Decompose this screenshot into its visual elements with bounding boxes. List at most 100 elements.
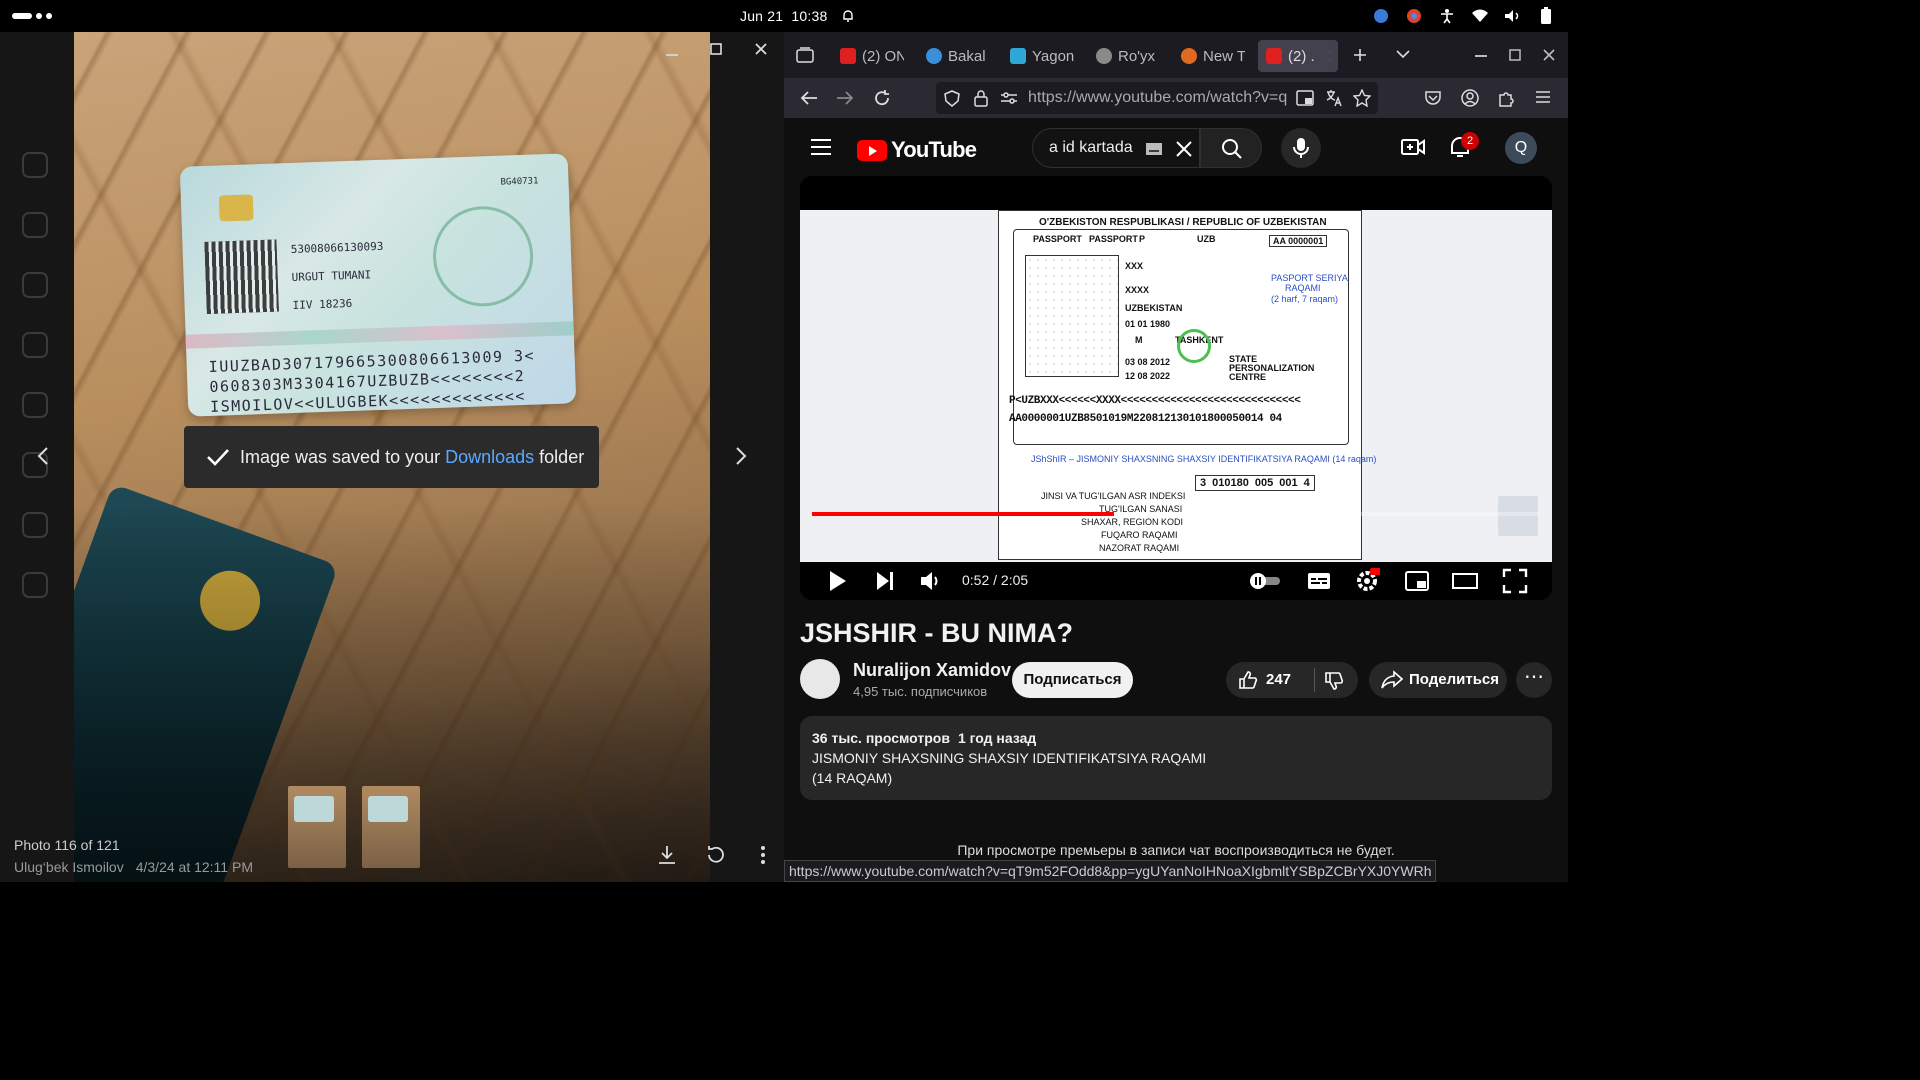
picture-in-picture-icon[interactable]	[1296, 90, 1314, 106]
chevron-down-icon[interactable]	[1396, 50, 1410, 60]
play-icon[interactable]	[824, 568, 850, 594]
miniplayer-icon[interactable]	[1404, 568, 1430, 594]
lock-icon[interactable]	[974, 89, 988, 107]
forward-icon[interactable]	[836, 90, 854, 106]
photo-caption: Photo 116 of 121 Ulug‘bek Ismoilov 4/3/24…	[14, 834, 265, 878]
passport-type: P	[1139, 234, 1146, 244]
clock[interactable]: Jun 21 10:38	[740, 8, 827, 24]
search-input[interactable]: a id kartada	[1032, 128, 1200, 168]
heart-icon	[22, 512, 48, 538]
upload-age: 1 год назад	[957, 730, 1037, 746]
passport-authority: STATE PERSONALIZATION CENTRE	[1229, 354, 1315, 382]
close-icon[interactable]	[754, 42, 768, 56]
instagram-icon	[22, 152, 48, 178]
tab-youtube-active[interactable]: (2) .	[1258, 40, 1338, 72]
video-player[interactable]: O'ZBEKISTON RESPUBLIKASI / REPUBLIC OF U…	[800, 176, 1552, 600]
pocket-icon[interactable]	[1424, 89, 1442, 107]
microphone-icon	[1293, 138, 1309, 158]
youtube-logo[interactable]: YouTube	[857, 137, 977, 163]
home-icon	[22, 212, 48, 238]
tab-youtube-1[interactable]: (2) ON	[840, 40, 904, 72]
app-indicator-icon[interactable]	[1371, 6, 1391, 26]
accessibility-icon[interactable]	[1437, 6, 1457, 26]
check-icon	[207, 449, 229, 466]
legend-item: SHAXAR, REGION KODI	[1081, 517, 1184, 527]
thumbnail-strip	[288, 786, 420, 868]
account-avatar[interactable]: Q	[1505, 132, 1537, 164]
link-status-bar: https://www.youtube.com/watch?v=qT9m52FO…	[784, 860, 1437, 882]
reload-icon[interactable]	[873, 89, 891, 107]
thumbnail[interactable]	[362, 786, 420, 868]
dislike-icon[interactable]	[1324, 671, 1344, 691]
tab-new-tab[interactable]: New T	[1181, 40, 1245, 72]
window-close-icon[interactable]	[1543, 49, 1555, 61]
account-icon[interactable]	[1461, 89, 1479, 107]
create-video-icon[interactable]	[1401, 136, 1425, 158]
divider	[1314, 668, 1315, 692]
progress-bar[interactable]	[812, 512, 1540, 516]
channel-avatar[interactable]	[800, 659, 840, 699]
rotate-icon[interactable]	[704, 844, 726, 866]
subscribe-button[interactable]: Подписаться	[1012, 662, 1133, 698]
subtitles-icon[interactable]	[1306, 568, 1332, 594]
volume-icon[interactable]	[918, 568, 944, 594]
description-box[interactable]: 36 тыс. просмотров 1 год назад JISMONIY S…	[800, 716, 1552, 800]
url-text: https://www.youtube.com/watch?v=q	[1028, 89, 1288, 106]
minimize-icon[interactable]	[664, 44, 680, 60]
card-serial: BG40731	[500, 176, 539, 188]
clear-search-icon[interactable]	[1175, 140, 1193, 158]
window-minimize-icon[interactable]	[1474, 54, 1488, 58]
voice-search-button[interactable]	[1281, 128, 1321, 168]
channel-name[interactable]: Nuralijon Xamidov	[853, 660, 1011, 681]
legend-item: JINSI VA TUG'ILGAN ASR INDEKSI	[1041, 491, 1186, 501]
wifi-icon[interactable]	[1470, 6, 1490, 26]
shield-icon[interactable]	[944, 90, 960, 107]
bookmark-star-icon[interactable]	[1353, 89, 1371, 107]
share-button[interactable]: Поделиться	[1369, 662, 1507, 698]
close-tab-icon[interactable]	[1329, 51, 1330, 61]
more-actions-button[interactable]: ⋯	[1516, 662, 1552, 698]
id-card: BG40731 53008066130093 URGUT TUMANI IIV …	[179, 153, 577, 417]
extensions-icon[interactable]	[1498, 89, 1516, 107]
card-emblem	[431, 204, 535, 309]
tab-royxat[interactable]: Ro'yx	[1096, 40, 1158, 72]
downloads-link[interactable]: Downloads	[445, 447, 534, 468]
next-photo-icon[interactable]	[728, 444, 752, 468]
like-icon[interactable]	[1238, 670, 1258, 690]
previous-photo-icon[interactable]	[32, 444, 56, 468]
keyboard-icon[interactable]	[1145, 142, 1163, 156]
new-tab-icon[interactable]	[1353, 48, 1367, 62]
fullscreen-icon[interactable]	[1502, 568, 1528, 594]
tab-list-icon[interactable]	[796, 47, 814, 63]
download-icon[interactable]	[656, 844, 678, 866]
battery-icon[interactable]	[1536, 6, 1556, 26]
share-label: Поделиться	[1409, 671, 1500, 688]
hamburger-menu-icon[interactable]	[810, 138, 832, 156]
theater-mode-icon[interactable]	[1452, 568, 1478, 594]
back-icon[interactable]	[800, 90, 818, 106]
volume-icon[interactable]	[1503, 6, 1523, 26]
chrome-icon[interactable]	[1404, 6, 1424, 26]
site-favicon	[1096, 48, 1112, 64]
photo-author[interactable]: Ulug‘bek Ismoilov	[14, 859, 124, 875]
passport-header: O'ZBEKISTON RESPUBLIKASI / REPUBLIC OF U…	[1039, 217, 1327, 228]
app-menu-icon[interactable]	[1535, 90, 1551, 104]
more-vertical-icon[interactable]	[752, 844, 774, 866]
search-button[interactable]	[1200, 128, 1262, 168]
window-maximize-icon[interactable]	[1509, 49, 1521, 61]
maximize-icon[interactable]	[709, 42, 723, 56]
tab-bakal[interactable]: Bakal	[926, 40, 988, 72]
tab-yagona[interactable]: Yagon	[1010, 40, 1074, 72]
thumbnail[interactable]	[288, 786, 346, 868]
settings-gear-icon[interactable]	[1354, 568, 1380, 594]
search-value: a id kartada	[1049, 139, 1133, 156]
next-video-icon[interactable]	[872, 568, 898, 594]
permissions-icon[interactable]	[1000, 91, 1018, 105]
autoplay-toggle-icon[interactable]	[1248, 568, 1282, 594]
passport-label-2: PASSPORT	[1089, 234, 1138, 244]
premiere-chat-notice: При просмотре премьеры в записи чат восп…	[957, 842, 1395, 858]
activities-button[interactable]	[12, 13, 52, 19]
viewer-toolbar	[656, 844, 774, 866]
like-count: 247	[1266, 671, 1292, 688]
translate-icon[interactable]	[1325, 89, 1343, 107]
